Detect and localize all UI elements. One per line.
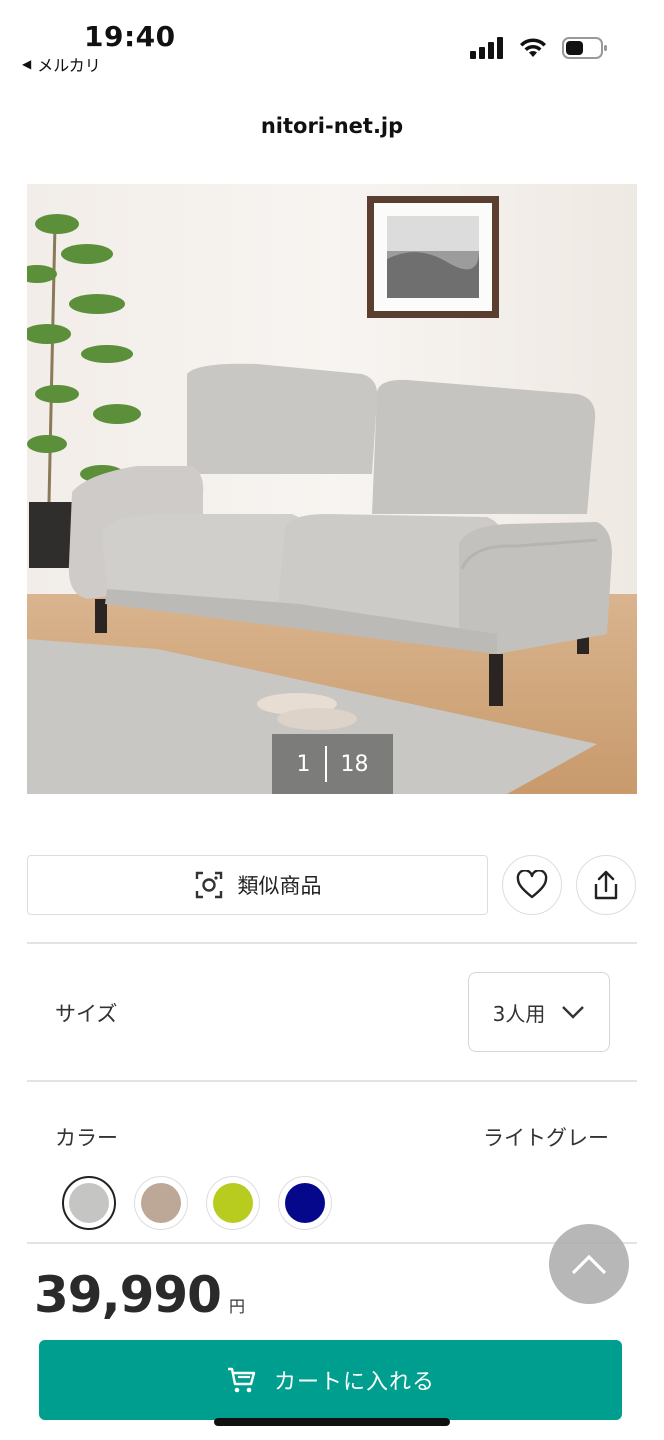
product-action-row: 類似商品	[27, 855, 637, 917]
divider	[27, 942, 637, 944]
color-swatch-lime[interactable]	[206, 1176, 260, 1230]
home-indicator	[214, 1418, 450, 1426]
color-label: カラー	[55, 1126, 118, 1150]
color-swatch-light-gray[interactable]	[62, 1176, 116, 1230]
status-bar: 19:40 ◀ メルカリ	[0, 0, 664, 80]
swatch-fill	[213, 1183, 253, 1223]
divider	[27, 1242, 637, 1244]
signal-icon	[470, 37, 503, 59]
swatch-fill	[141, 1183, 181, 1223]
favorite-button[interactable]	[502, 855, 562, 915]
color-swatches	[62, 1176, 332, 1230]
wifi-icon	[520, 38, 546, 57]
size-select[interactable]: 3人用	[468, 972, 610, 1052]
share-button[interactable]	[576, 855, 636, 915]
similar-products-label: 類似商品	[237, 874, 322, 898]
color-swatch-beige[interactable]	[134, 1176, 188, 1230]
price: 39,990 円	[34, 1266, 245, 1324]
share-icon	[594, 870, 618, 900]
image-counter-total: 18	[340, 751, 369, 777]
divider	[27, 1080, 637, 1082]
product-image-gallery[interactable]: 1 18	[27, 184, 637, 794]
image-counter-current: 1	[296, 751, 311, 777]
scroll-to-top-button[interactable]	[549, 1224, 629, 1304]
chevron-down-icon	[562, 1006, 585, 1019]
price-value: 39,990	[34, 1266, 222, 1324]
similar-products-button[interactable]: 類似商品	[27, 855, 488, 915]
chevron-up-icon	[571, 1254, 607, 1275]
status-icons	[470, 36, 608, 60]
image-counter: 1 18	[272, 734, 393, 794]
size-label: サイズ	[55, 1002, 118, 1026]
status-time: 19:40	[84, 20, 176, 53]
add-to-cart-label: カートに入れる	[273, 1370, 435, 1395]
battery-icon	[562, 37, 607, 59]
image-counter-divider	[324, 746, 327, 782]
size-selected-value: 3人用	[492, 1001, 546, 1026]
heart-icon	[516, 870, 548, 899]
color-selected-name: ライトグレー	[483, 1126, 609, 1150]
image-search-icon	[195, 871, 222, 899]
back-app-label: メルカリ	[37, 56, 101, 75]
sofa-product-image	[27, 184, 637, 794]
back-to-app-link[interactable]: ◀ メルカリ	[22, 52, 101, 76]
swatch-fill	[285, 1183, 325, 1223]
price-unit: 円	[228, 1297, 245, 1316]
cart-icon	[227, 1367, 256, 1393]
color-swatch-navy[interactable]	[278, 1176, 332, 1230]
add-to-cart-button[interactable]: カートに入れる	[39, 1340, 622, 1420]
swatch-fill	[69, 1183, 109, 1223]
back-triangle-icon: ◀	[22, 57, 32, 71]
browser-url[interactable]: nitori-net.jp	[0, 114, 664, 138]
